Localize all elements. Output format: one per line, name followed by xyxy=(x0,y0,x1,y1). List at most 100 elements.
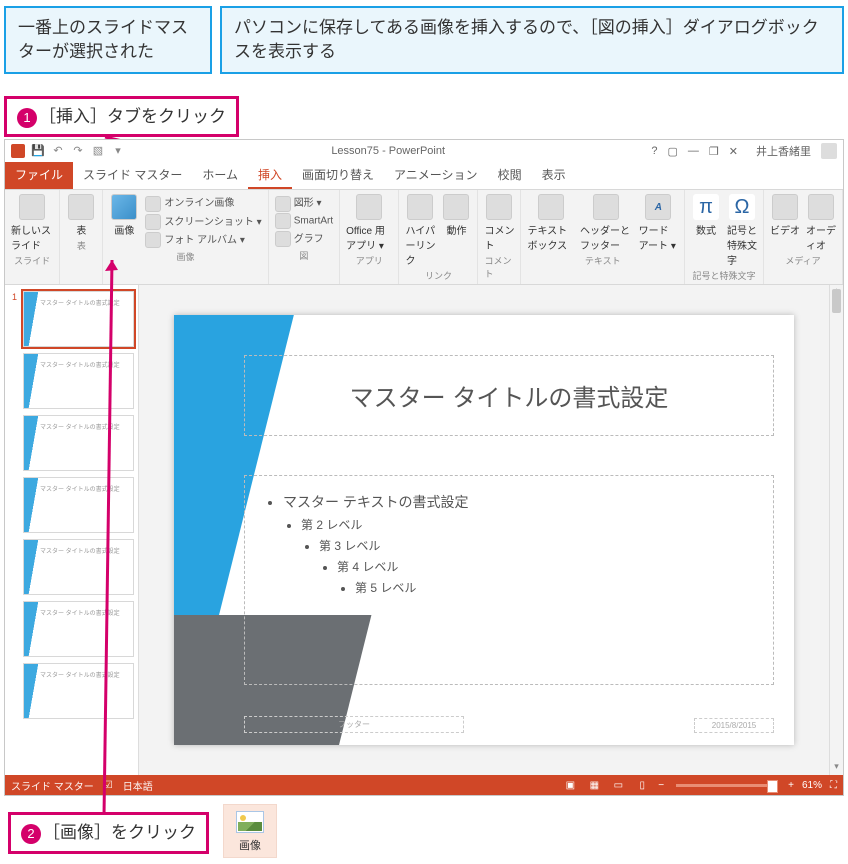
tab-review[interactable]: 校閲 xyxy=(488,162,532,189)
ribbon-options-icon[interactable]: ▢ xyxy=(668,145,678,158)
images-button[interactable]: 画像 xyxy=(109,194,139,237)
textbox-button[interactable]: テキストボックス xyxy=(527,194,573,252)
view-normal-icon[interactable]: ▣ xyxy=(562,777,578,793)
view-slideshow-icon[interactable]: ▯ xyxy=(634,777,650,793)
smartart-icon xyxy=(275,213,291,229)
ribbon-group-apps: Office 用アプリ ▾ アプリ xyxy=(340,190,399,284)
content-placeholder[interactable]: マスター テキストの書式設定 第 2 レベル 第 3 レベル 第 4 レベル 第… xyxy=(244,475,774,685)
header-footer-icon xyxy=(593,194,619,220)
video-button[interactable]: ビデオ xyxy=(770,194,800,237)
hyperlink-icon xyxy=(407,194,433,220)
ribbon-group-links: ハイパーリンク 動作 リンク xyxy=(399,190,478,284)
restore-icon[interactable]: ❐ xyxy=(709,145,719,158)
thumbnail-number: 1 xyxy=(12,292,17,302)
qat-start-icon[interactable]: ▧ xyxy=(91,144,105,158)
header-footer-button[interactable]: ヘッダーとフッター xyxy=(580,194,633,252)
zoom-out-button[interactable]: − xyxy=(658,780,664,791)
audio-icon xyxy=(808,194,834,220)
thumbnail-layout[interactable]: マスター タイトルの書式設定 xyxy=(23,477,134,533)
vertical-scrollbar[interactable]: ▴ ▾ xyxy=(829,285,843,775)
symbol-button[interactable]: Ω 記号と特殊文字 xyxy=(727,194,757,267)
help-icon[interactable]: ? xyxy=(651,145,657,157)
qat-undo-icon[interactable]: ↶ xyxy=(51,144,65,158)
tab-home[interactable]: ホーム xyxy=(192,162,248,189)
zoom-slider[interactable] xyxy=(676,784,776,787)
images-sample-label: 画像 xyxy=(239,840,261,852)
ribbon-group-slide: 新しいスライド スライド xyxy=(5,190,60,284)
comment-icon xyxy=(486,194,512,220)
thumbnail-master[interactable]: 1 マスター タイトルの書式設定 xyxy=(23,291,134,347)
symbol-label: 記号と特殊文字 xyxy=(727,222,757,267)
online-images-icon xyxy=(145,196,161,212)
table-button[interactable]: 表 xyxy=(66,194,96,237)
action-icon xyxy=(443,194,469,220)
hyperlink-button[interactable]: ハイパーリンク xyxy=(405,194,435,267)
powerpoint-window: 💾 ↶ ↷ ▧ ▾ Lesson75 - PowerPoint ? ▢ — ❐ … xyxy=(4,139,844,796)
shapes-icon xyxy=(275,196,291,212)
scrollbar-thumb[interactable] xyxy=(832,289,841,313)
screenshot-icon xyxy=(145,214,161,230)
view-reading-icon[interactable]: ▭ xyxy=(610,777,626,793)
user-name: 井上香緒里 xyxy=(756,143,811,159)
thumbnail-layout[interactable]: マスター タイトルの書式設定 xyxy=(23,601,134,657)
screenshot-button[interactable]: スクリーンショット ▾ xyxy=(145,213,261,230)
shapes-button[interactable]: 図形 ▾ xyxy=(275,194,333,211)
action-label: 動作 xyxy=(446,222,466,237)
new-slide-icon xyxy=(19,194,45,220)
tab-slide-master[interactable]: スライド マスター xyxy=(73,162,192,189)
header-footer-label: ヘッダーとフッター xyxy=(580,222,633,252)
close-icon[interactable]: ✕ xyxy=(729,145,738,158)
photo-album-icon xyxy=(145,232,161,248)
wordart-button[interactable]: A ワードアート ▾ xyxy=(639,194,678,252)
chart-button[interactable]: グラフ xyxy=(275,230,333,247)
thumbnail-layout[interactable]: マスター タイトルの書式設定 xyxy=(23,663,134,719)
comment-button[interactable]: コメント xyxy=(484,194,514,252)
thumbnail-title: マスター タイトルの書式設定 xyxy=(40,301,120,307)
tab-transitions[interactable]: 画面切り替え xyxy=(292,162,384,189)
zoom-value[interactable]: 61% xyxy=(802,780,822,791)
group-label-symbols: 記号と特殊文字 xyxy=(692,269,755,282)
callout-2-text: ［画像］をクリック xyxy=(43,823,196,842)
bullet-l3: 第 3 レベル xyxy=(319,537,753,554)
ribbon-tabs: ファイル スライド マスター ホーム 挿入 画面切り替え アニメーション 校閲 … xyxy=(5,162,843,190)
action-button[interactable]: 動作 xyxy=(441,194,471,237)
tab-animations[interactable]: アニメーション xyxy=(384,162,488,189)
note-top-right: パソコンに保存してある画像を挿入するので、［図の挿入］ダイアログボックスを表示す… xyxy=(220,6,844,74)
fit-window-icon[interactable]: ⛶ xyxy=(830,780,837,791)
online-images-button[interactable]: オンライン画像 xyxy=(145,194,261,211)
zoom-in-button[interactable]: + xyxy=(788,780,794,791)
new-slide-button[interactable]: 新しいスライド xyxy=(11,194,53,252)
callout-1-number: 1 xyxy=(17,108,37,128)
audio-button[interactable]: オーディオ xyxy=(806,194,836,252)
qat-redo-icon[interactable]: ↷ xyxy=(71,144,85,158)
status-spellcheck-icon[interactable]: ☑ xyxy=(104,780,113,791)
table-label: 表 xyxy=(76,222,86,237)
user-avatar-icon[interactable] xyxy=(821,143,837,159)
thumbnail-layout[interactable]: マスター タイトルの書式設定 xyxy=(23,415,134,471)
scroll-down-icon[interactable]: ▾ xyxy=(830,761,843,775)
tab-file[interactable]: ファイル xyxy=(5,162,73,189)
footer-placeholder[interactable]: フッター xyxy=(244,716,464,733)
smartart-button[interactable]: SmartArt xyxy=(275,213,333,229)
title-placeholder[interactable]: マスター タイトルの書式設定 xyxy=(244,355,774,436)
slide-editor[interactable]: マスター タイトルの書式設定 マスター テキストの書式設定 第 2 レベル 第 … xyxy=(139,285,829,775)
photo-album-button[interactable]: フォト アルバム ▾ xyxy=(145,231,261,248)
qat-save-icon[interactable]: 💾 xyxy=(31,144,45,158)
tab-insert[interactable]: 挿入 xyxy=(248,162,292,189)
view-sorter-icon[interactable]: ▦ xyxy=(586,777,602,793)
tab-view[interactable]: 表示 xyxy=(532,162,576,189)
ribbon-group-text: テキストボックス ヘッダーとフッター A ワードアート ▾ テキスト xyxy=(521,190,685,284)
equation-button[interactable]: π 数式 xyxy=(691,194,721,237)
qat-more-icon[interactable]: ▾ xyxy=(111,144,125,158)
thumbnail-layout[interactable]: マスター タイトルの書式設定 xyxy=(23,353,134,409)
equation-label: 数式 xyxy=(696,222,716,237)
office-apps-button[interactable]: Office 用アプリ ▾ xyxy=(346,194,392,252)
group-label-images: 画像 xyxy=(177,250,195,263)
ribbon-group-illustrations: 図形 ▾ SmartArt グラフ 図 xyxy=(269,190,340,284)
slide-canvas[interactable]: マスター タイトルの書式設定 マスター テキストの書式設定 第 2 レベル 第 … xyxy=(174,315,794,745)
thumbnail-pane[interactable]: 1 マスター タイトルの書式設定 マスター タイトルの書式設定 マスター タイト… xyxy=(5,285,139,775)
date-placeholder[interactable]: 2015/8/2015 xyxy=(694,718,774,733)
minimize-icon[interactable]: — xyxy=(688,145,699,157)
thumbnail-layout[interactable]: マスター タイトルの書式設定 xyxy=(23,539,134,595)
status-language[interactable]: 日本語 xyxy=(123,778,153,793)
